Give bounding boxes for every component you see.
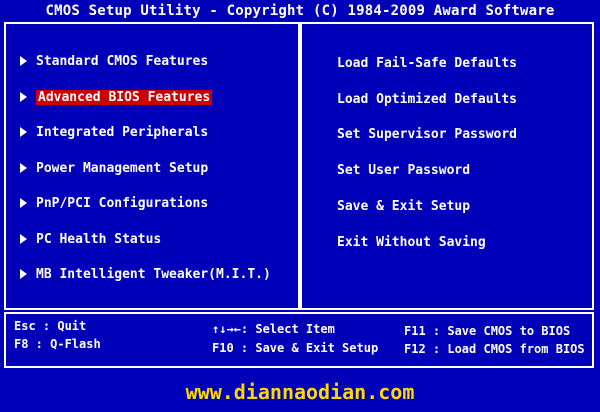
watermark: www.diannaodian.com <box>185 380 415 404</box>
menu-item-exit-without-saving[interactable]: Exit Without Saving <box>337 234 486 252</box>
menu-item-standard-cmos-features[interactable]: Standard CMOS Features <box>20 53 208 71</box>
triangle-right-icon <box>20 268 27 279</box>
triangle-right-icon <box>20 162 27 173</box>
menu-item-pc-health-status[interactable]: PC Health Status <box>20 231 161 249</box>
triangle-right-icon <box>20 91 27 102</box>
menu-item-set-supervisor-password[interactable]: Set Supervisor Password <box>337 126 517 144</box>
help-f10-save-exit: F10 : Save & Exit Setup <box>212 341 379 355</box>
triangle-right-icon <box>20 233 27 244</box>
menu-item-advanced-bios-features[interactable]: Advanced BIOS Features <box>20 89 213 107</box>
menu-item-power-management-setup[interactable]: Power Management Setup <box>20 160 208 178</box>
help-f8-qflash: F8 : Q-Flash <box>14 337 101 351</box>
menu-divider <box>298 22 302 310</box>
menu-item-set-user-password[interactable]: Set User Password <box>337 162 470 180</box>
title-bar: CMOS Setup Utility - Copyright (C) 1984-… <box>0 0 600 22</box>
menu-item-save-exit-setup[interactable]: Save & Exit Setup <box>337 198 470 216</box>
menu-item-mb-intelligent-tweaker[interactable]: MB Intelligent Tweaker(M.I.T.) <box>20 266 271 284</box>
triangle-right-icon <box>20 197 27 208</box>
menu-item-load-optimized-defaults[interactable]: Load Optimized Defaults <box>337 91 517 109</box>
triangle-right-icon <box>20 55 27 66</box>
menu-item-pnp-pci-configurations[interactable]: PnP/PCI Configurations <box>20 195 208 213</box>
help-f12-load-cmos: F12 : Load CMOS from BIOS <box>404 342 585 356</box>
page-title: CMOS Setup Utility - Copyright (C) 1984-… <box>45 3 555 19</box>
help-esc-quit: Esc : Quit <box>14 319 87 333</box>
help-select-item: ↑↓→←: Select Item <box>212 322 335 336</box>
triangle-right-icon <box>20 126 27 137</box>
help-f11-save-cmos: F11 : Save CMOS to BIOS <box>404 324 571 338</box>
menu-item-load-fail-safe-defaults[interactable]: Load Fail-Safe Defaults <box>337 55 517 73</box>
menu-item-integrated-peripherals[interactable]: Integrated Peripherals <box>20 124 208 142</box>
